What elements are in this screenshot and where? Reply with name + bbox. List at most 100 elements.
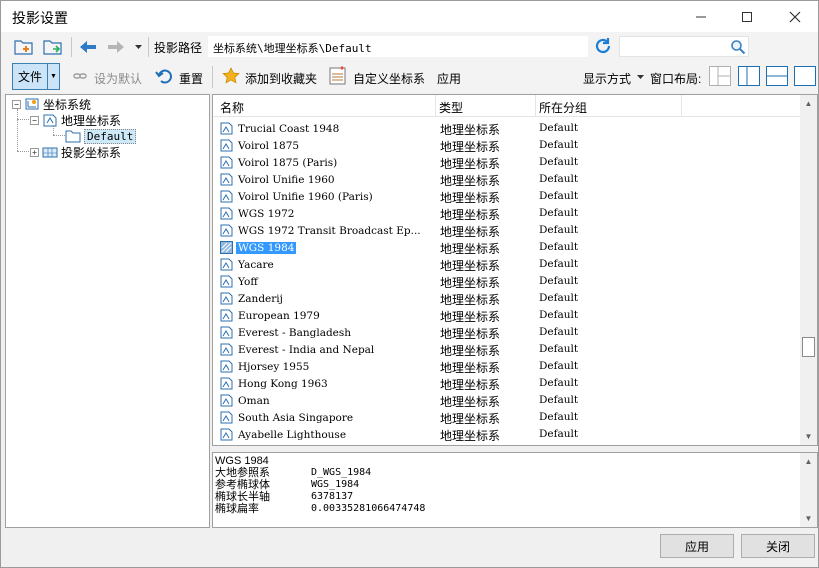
tree-node-default[interactable]: Default [65,128,137,144]
reset-button[interactable]: 重置 [179,70,203,87]
table-row[interactable]: Everest - India and Nepal 地理坐标系 Default [213,341,801,358]
table-row[interactable]: Oman 地理坐标系 Default [213,392,801,409]
table-row[interactable]: South Asia Singapore 地理坐标系 Default [213,409,801,426]
scroll-up-icon[interactable]: ▲ [800,453,817,470]
row-type: 地理坐标系 [440,412,501,426]
table-row[interactable]: Yacare 地理坐标系 Default [213,256,801,273]
undo-icon [155,69,172,84]
table-row[interactable]: Hong Kong 1963 地理坐标系 Default [213,375,801,392]
table-row[interactable]: WGS 1972 Transit Broadcast Ep... 地理坐标系 Def… [213,222,801,239]
table-row[interactable]: Voirol 1875 (Paris) 地理坐标系 Default [213,154,801,171]
history-dropdown[interactable] [133,40,145,54]
layout-single-button[interactable] [794,66,816,86]
set-default-button[interactable]: 设为默认 [94,70,142,87]
minimize-icon [696,16,706,17]
close-window-button[interactable] [772,1,818,32]
column-header-name[interactable]: 名称 [220,99,244,116]
close-button[interactable]: 关闭 [741,534,815,558]
new-folder-button[interactable] [14,37,34,57]
reset-icon-wrap [154,66,174,86]
refresh-button[interactable] [592,35,614,57]
row-type: 地理坐标系 [440,293,501,307]
table-row[interactable]: Voirol Unifie 1960 地理坐标系 Default [213,171,801,188]
table-row[interactable]: Hjorsey 1955 地理坐标系 Default [213,358,801,375]
list-header: 名称 类型 所在分组 [213,95,817,117]
list-scrollbar[interactable]: ▲ ▼ [800,95,817,445]
scroll-down-icon[interactable]: ▼ [800,428,817,445]
add-to-favorites-button[interactable]: 添加到收藏夹 [245,70,317,87]
row-name: WGS 1972 [220,205,296,222]
forward-button[interactable] [105,37,127,57]
folder-icon [65,130,81,143]
minimize-button[interactable] [678,1,724,32]
collapse-icon[interactable]: − [12,99,21,109]
row-name: WGS 1972 Transit Broadcast Ep... [220,222,423,239]
import-folder-button[interactable] [43,37,63,57]
row-name: Yacare [220,256,276,273]
table-row[interactable]: Yoff 地理坐标系 Default [213,273,801,290]
table-row[interactable]: Voirol Unifie 1960 (Paris) 地理坐标系 Default [213,188,801,205]
row-type: 地理坐标系 [440,174,501,188]
table-row[interactable]: European 1979 地理坐标系 Default [213,307,801,324]
geographic-cs-icon [220,411,233,424]
file-menu-button[interactable]: 文件 ▼ [12,63,60,90]
row-name: Voirol Unifie 1960 [220,171,337,188]
custom-coordinate-system-button[interactable]: 自定义坐标系 [353,70,425,87]
arrow-left-icon [80,41,96,53]
detail-field-key: 椭球扁率 [215,503,259,515]
table-row[interactable]: WGS 1972 地理坐标系 Default [213,205,801,222]
row-type: 地理坐标系 [440,327,501,341]
geographic-cs-icon [220,275,233,288]
row-type: 地理坐标系 [440,310,501,324]
detail-field-value: 6378137 [311,491,354,502]
collapse-icon[interactable]: − [30,115,39,125]
projection-settings-dialog: 投影设置 投影路径 坐标系统\地理坐标系\Default 文件 ▼ 设为默认 重… [0,0,819,568]
tree-node-root[interactable]: − 坐标系统 [12,96,91,112]
apply-button[interactable]: 应用 [660,534,734,558]
row-group: Default [539,190,579,202]
layout-single-icon [795,67,815,85]
tree-node-geographic[interactable]: − 地理坐标系 [30,112,121,128]
geographic-cs-icon [220,394,233,407]
expand-icon[interactable]: + [30,147,39,157]
row-name: Voirol 1875 [220,137,301,154]
layout-quad-button[interactable] [709,66,731,86]
scrollbar-thumb[interactable] [802,337,815,357]
table-row[interactable]: Voirol 1875 地理坐标系 Default [213,137,801,154]
path-field[interactable]: 坐标系统\地理坐标系\Default [208,36,588,57]
scroll-down-icon[interactable]: ▼ [800,510,817,527]
table-row[interactable]: Ayabelle Lighthouse 地理坐标系 Default [213,426,801,443]
layout-horizontal-split-button[interactable] [766,66,788,86]
apply-toolbar-button[interactable]: 应用 [437,70,461,87]
layout-vertical-split-button[interactable] [738,66,760,86]
maximize-button[interactable] [724,1,770,32]
table-row[interactable]: Trucial Coast 1948 地理坐标系 Default [213,120,801,137]
scroll-up-icon[interactable]: ▲ [800,95,817,112]
column-header-type[interactable]: 类型 [439,99,463,116]
column-header-group[interactable]: 所在分组 [539,99,587,116]
back-button[interactable] [77,37,99,57]
tree-node-label: 坐标系统 [43,97,92,112]
table-row[interactable]: Everest - Bangladesh 地理坐标系 Default [213,324,801,341]
geographic-cs-icon [220,156,233,169]
display-mode-button[interactable]: 显示方式 [583,70,631,87]
refresh-icon [595,38,611,54]
row-group: Default [539,428,579,440]
table-row[interactable]: WGS 1984 地理坐标系 Default [213,239,801,256]
row-group: Default [539,292,579,304]
geographic-cs-icon [220,241,233,254]
row-type: 地理坐标系 [440,378,501,392]
geographic-cs-icon [220,139,233,152]
row-type: 地理坐标系 [440,429,501,443]
row-name: Zanderij [220,290,285,307]
caret-down-icon [135,45,142,49]
table-row[interactable]: Zanderij 地理坐标系 Default [213,290,801,307]
row-name: Oman [220,392,272,409]
row-group: Default [539,394,579,406]
search-button[interactable] [729,38,747,56]
coordinate-system-tree: − 坐标系统 − 地理坐标系 Default + 投影坐标系 [5,94,210,528]
detail-scrollbar[interactable]: ▲ ▼ [800,453,817,527]
tree-node-projected[interactable]: + 投影坐标系 [30,144,121,160]
row-name: Voirol 1875 (Paris) [220,154,339,171]
coordinate-system-list: 名称 类型 所在分组 Trucial Coast 1948 地理坐标系 Defaul… [212,94,818,446]
